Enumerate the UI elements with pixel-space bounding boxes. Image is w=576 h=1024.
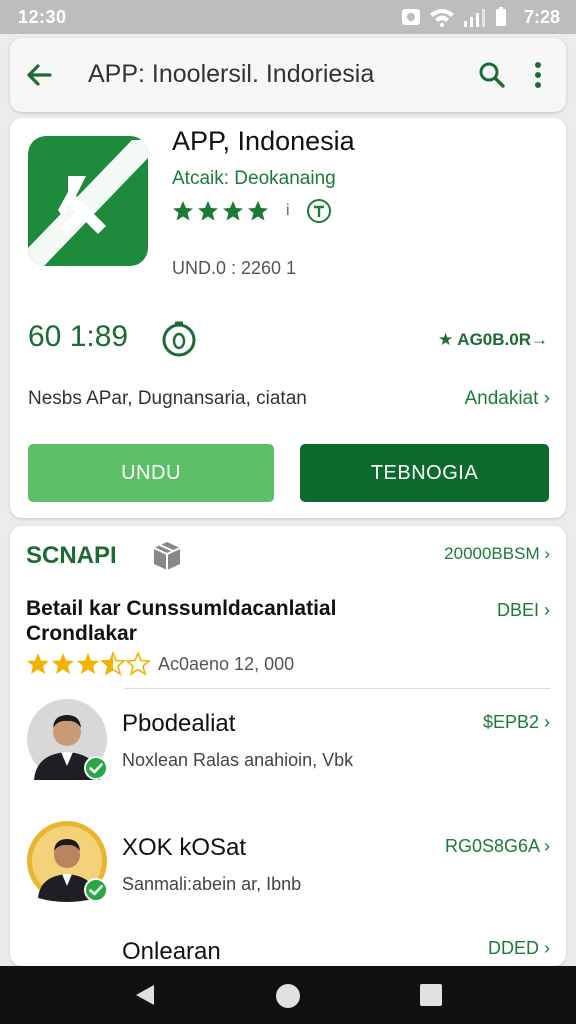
star-icon [52,653,74,674]
verified-badge-icon [84,756,108,780]
status-bar: 12:30 7:28 [0,0,576,34]
featured-count: Ac0aeno 12, 000 [158,654,295,674]
primary-action-button[interactable]: UNDU [28,444,274,502]
search-icon[interactable] [477,60,507,90]
list-item-link[interactable]: DDED › [488,938,550,959]
section-link[interactable]: 20000BBSM › [444,544,550,564]
section-card: SCNAPI 20000BBSM › Betail kar Cunssumlda… [10,526,566,966]
section-title: SCNAPI [26,542,117,569]
rating-stars [173,201,268,221]
stat-right-link[interactable]: ★ AG0B.0R→ [438,330,548,350]
nav-recents-icon[interactable] [419,983,443,1007]
info-separator: i [286,202,290,219]
star-icon [173,201,193,221]
list-item-name: XOK kOSat [122,834,247,861]
nav-home-icon[interactable] [274,982,302,1010]
app-bar: APP: Inoolersil. Indoriesia [10,38,566,112]
signal-icon [464,9,485,27]
status-time-right: 7:28 [523,7,560,27]
star-icon [27,653,49,674]
app-logo-icon [28,140,148,266]
featured-title[interactable]: Betail kar Cunssumldacanlatial Crondlaka… [26,596,426,646]
star-half-icon [99,652,127,676]
avatar [26,698,108,780]
wifi-icon [430,9,454,27]
star-icon [223,201,243,221]
list-item[interactable]: Pbodealiat Noxlean Ralas anahioin, Vbk $… [10,696,566,796]
list-item[interactable]: XOK kOSat Sanmali:abein ar, Ibnb RG0S8G6… [10,818,566,918]
list-item-subtitle: Sanmali:abein ar, Ibnb [122,874,302,894]
featured-rating-stars [27,652,152,676]
info-circle-icon[interactable] [306,198,332,224]
app-detail-card: APP, Indonesia Atcaik: Deokanaing i UND.… [10,118,566,518]
nav-back-icon[interactable] [132,982,158,1008]
divider [124,688,550,689]
app-icon[interactable] [28,136,148,266]
battery-icon [496,7,506,26]
star-icon [77,653,99,674]
app-bar-title: APP: Inoolersil. Indoriesia [88,60,375,88]
more-vert-icon[interactable] [532,60,544,90]
star-icon [248,201,268,221]
list-item-link[interactable]: RG0S8G6A › [445,836,550,857]
secondary-action-button[interactable]: TEBNOGIA [300,444,549,502]
star-icon [198,201,218,221]
avatar [26,820,108,902]
back-arrow-icon[interactable] [24,60,54,90]
list-item-subtitle: Noxlean Ralas anahioin, Vbk [122,750,354,770]
verified-badge-icon [84,878,108,902]
list-item-link[interactable]: $EPB2 › [483,712,550,733]
list-item-name: Onlearan [122,938,221,965]
app-name: APP, Indonesia [172,126,355,156]
system-nav-bar [0,966,576,1024]
app-description: Nesbs APar, Dugnansaria, ciatan [28,388,307,409]
stat-value: 60 1:89 [28,320,129,353]
list-item[interactable]: Onlearan DDED › [10,932,566,966]
status-time-left: 12:30 [18,7,67,27]
package-icon [153,542,181,570]
star-outline-icon [124,652,152,676]
timer-icon [162,321,196,357]
description-link[interactable]: Andakiat › [464,388,550,410]
list-item-name: Pbodealiat [122,710,236,737]
app-meta: UND.0 : 2260 1 [172,258,297,278]
developer-link[interactable]: Atcaik: Deokanaing [172,168,336,190]
camera-icon [402,9,420,25]
status-icons [402,7,506,27]
featured-link[interactable]: DBEI › [497,600,550,621]
